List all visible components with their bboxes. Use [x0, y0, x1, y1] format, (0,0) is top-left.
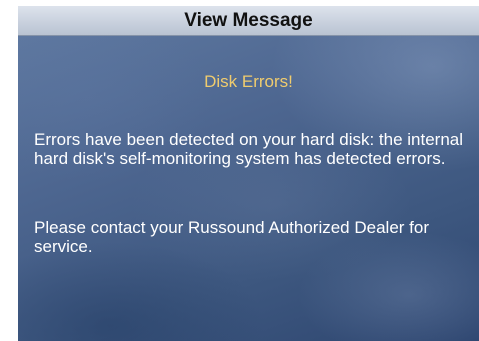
message-instruction: Please contact your Russound Authorized …	[34, 218, 430, 256]
title-bar: View Message	[18, 6, 479, 36]
message-panel: Disk Errors! Errors have been detected o…	[18, 36, 479, 341]
message-window: View Message Disk Errors! Errors have be…	[18, 6, 479, 341]
window-title: View Message	[184, 10, 313, 31]
message-body: Errors have been detected on your hard d…	[34, 130, 464, 168]
message-heading: Disk Errors!	[204, 72, 293, 91]
